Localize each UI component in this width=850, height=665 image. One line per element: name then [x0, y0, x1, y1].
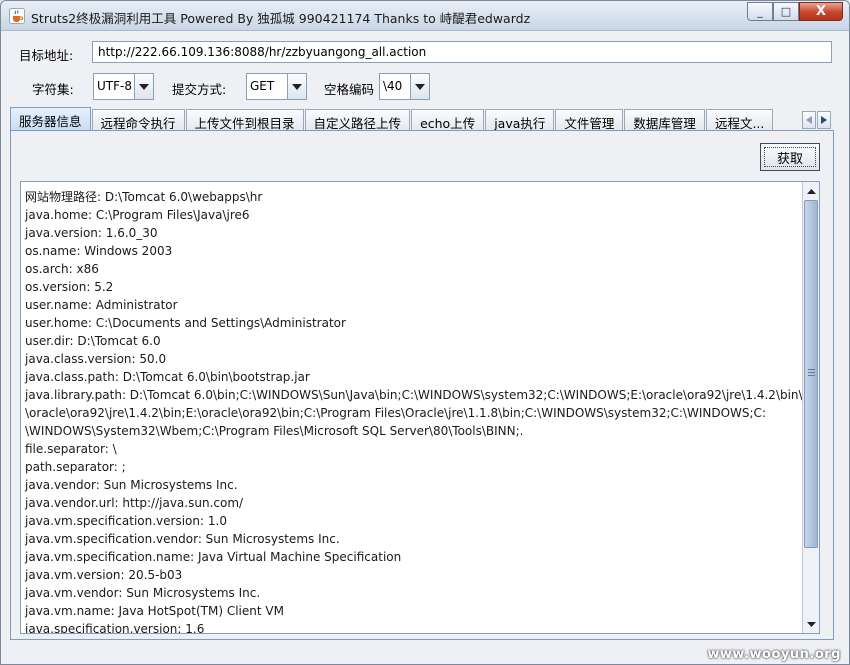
- chevron-down-icon: [806, 621, 816, 627]
- charset-dropdown-arrow[interactable]: [134, 74, 153, 99]
- tab-remote-file[interactable]: 远程文...: [705, 109, 774, 131]
- app-window: Struts2终极漏洞利用工具 Powered By 独孤城 990421174…: [0, 0, 850, 665]
- maximize-button[interactable]: □: [773, 2, 799, 21]
- output-line: java.vendor: Sun Microsystems Inc.: [25, 478, 238, 492]
- target-url-input[interactable]: http://222.66.109.136:8088/hr/zzbyuangon…: [92, 41, 832, 63]
- output-line: java.class.version: 50.0: [25, 352, 167, 366]
- charset-label: 字符集:: [32, 82, 74, 97]
- maximize-icon: □: [780, 5, 792, 18]
- output-line: user.dir: D:\Tomcat 6.0: [25, 334, 161, 348]
- output-line: java.vm.name: Java HotSpot(TM) Client VM: [25, 604, 284, 618]
- space-encoding-dropdown-arrow[interactable]: [410, 74, 429, 99]
- chevron-up-icon: [806, 188, 816, 194]
- output-line: 网站物理路径: D:\Tomcat 6.0\webapps\hr: [25, 190, 263, 204]
- tab-database-manager[interactable]: 数据库管理: [624, 109, 705, 131]
- method-select[interactable]: GET: [246, 73, 307, 100]
- method-label: 提交方式:: [172, 82, 227, 97]
- tab-remote-command[interactable]: 远程命令执行: [91, 109, 185, 131]
- grip-icon: [808, 369, 815, 376]
- watermark: www.wooyun.org: [707, 647, 841, 662]
- method-dropdown-arrow[interactable]: [287, 74, 306, 99]
- space-encoding-select[interactable]: \40: [379, 73, 430, 100]
- scroll-down-button[interactable]: [803, 616, 819, 632]
- charset-value: UTF-8: [97, 79, 132, 93]
- tab-custom-path-upload[interactable]: 自定义路径上传: [304, 109, 411, 131]
- space-encoding-value: \40: [383, 79, 403, 93]
- chevron-left-icon: [806, 116, 812, 124]
- output-line: \WINDOWS\System32\Wbem;C:\Program Files\…: [25, 424, 524, 438]
- server-info-output[interactable]: 网站物理路径: D:\Tomcat 6.0\webapps\hr java.hom…: [20, 181, 820, 634]
- output-line: path.separator: ;: [25, 460, 126, 474]
- charset-select[interactable]: UTF-8: [93, 73, 154, 100]
- output-line: java.vm.version: 20.5-b03: [25, 568, 183, 582]
- tab-echo-upload[interactable]: echo上传: [411, 109, 485, 131]
- output-line: java.vendor.url: http://java.sun.com/: [25, 496, 244, 510]
- output-line: \oracle\ora92\jre\1.4.2\bin;E:\oracle\or…: [25, 406, 766, 420]
- chevron-down-icon: [415, 83, 425, 90]
- output-line: java.library.path: D:\Tomcat 6.0\bin;C:\…: [25, 388, 820, 402]
- output-line: java.vm.specification.name: Java Virtual…: [25, 550, 402, 564]
- chevron-right-icon: [821, 116, 827, 124]
- fetch-button[interactable]: 获取: [760, 143, 820, 171]
- output-line: java.specification.version: 1.6: [25, 622, 205, 634]
- method-value: GET: [250, 79, 275, 93]
- java-cup-icon: [9, 8, 25, 24]
- tab-scroll-right-button[interactable]: [817, 111, 831, 129]
- output-line: user.home: C:\Documents and Settings\Adm…: [25, 316, 346, 330]
- output-line: file.separator: \: [25, 442, 117, 456]
- chevron-down-icon: [139, 83, 149, 90]
- close-button[interactable]: X: [799, 2, 843, 21]
- minimize-button[interactable]: _: [747, 2, 773, 21]
- target-url-label: 目标地址:: [19, 48, 74, 63]
- output-line: os.arch: x86: [25, 262, 99, 276]
- tab-java-exec[interactable]: java执行: [485, 109, 555, 131]
- vertical-scrollbar[interactable]: [802, 182, 819, 633]
- window-title: Struts2终极漏洞利用工具 Powered By 独孤城 990421174…: [31, 11, 531, 26]
- tab-server-info[interactable]: 服务器信息: [10, 107, 91, 131]
- output-line: java.vm.vendor: Sun Microsystems Inc.: [25, 586, 261, 600]
- output-line: os.version: 5.2: [25, 280, 114, 294]
- output-line: java.vm.specification.version: 1.0: [25, 514, 227, 528]
- space-encoding-label: 空格编码: [324, 82, 375, 97]
- tab-scroll-left-button[interactable]: [802, 111, 816, 129]
- output-line: os.name: Windows 2003: [25, 244, 173, 258]
- title-bar[interactable]: Struts2终极漏洞利用工具 Powered By 独孤城 990421174…: [1, 1, 849, 31]
- output-lines: 网站物理路径: D:\Tomcat 6.0\webapps\hr java.hom…: [25, 188, 820, 634]
- tab-file-manager[interactable]: 文件管理: [555, 109, 624, 131]
- tab-upload-root[interactable]: 上传文件到根目录: [185, 109, 304, 131]
- output-line: java.vm.specification.vendor: Sun Micros…: [25, 532, 340, 546]
- close-icon: X: [815, 4, 827, 19]
- minimize-icon: _: [757, 5, 763, 18]
- tab-strip: 服务器信息 远程命令执行 上传文件到根目录 自定义路径上传 echo上传 jav…: [10, 107, 774, 131]
- chevron-down-icon: [292, 83, 302, 90]
- output-line: java.home: C:\Program Files\Java\jre6: [25, 208, 250, 222]
- output-line: java.version: 1.6.0_30: [25, 226, 158, 240]
- output-line: java.class.path: D:\Tomcat 6.0\bin\boots…: [25, 370, 310, 384]
- scroll-thumb[interactable]: [804, 200, 818, 548]
- output-line: user.name: Administrator: [25, 298, 178, 312]
- scroll-up-button[interactable]: [803, 183, 819, 199]
